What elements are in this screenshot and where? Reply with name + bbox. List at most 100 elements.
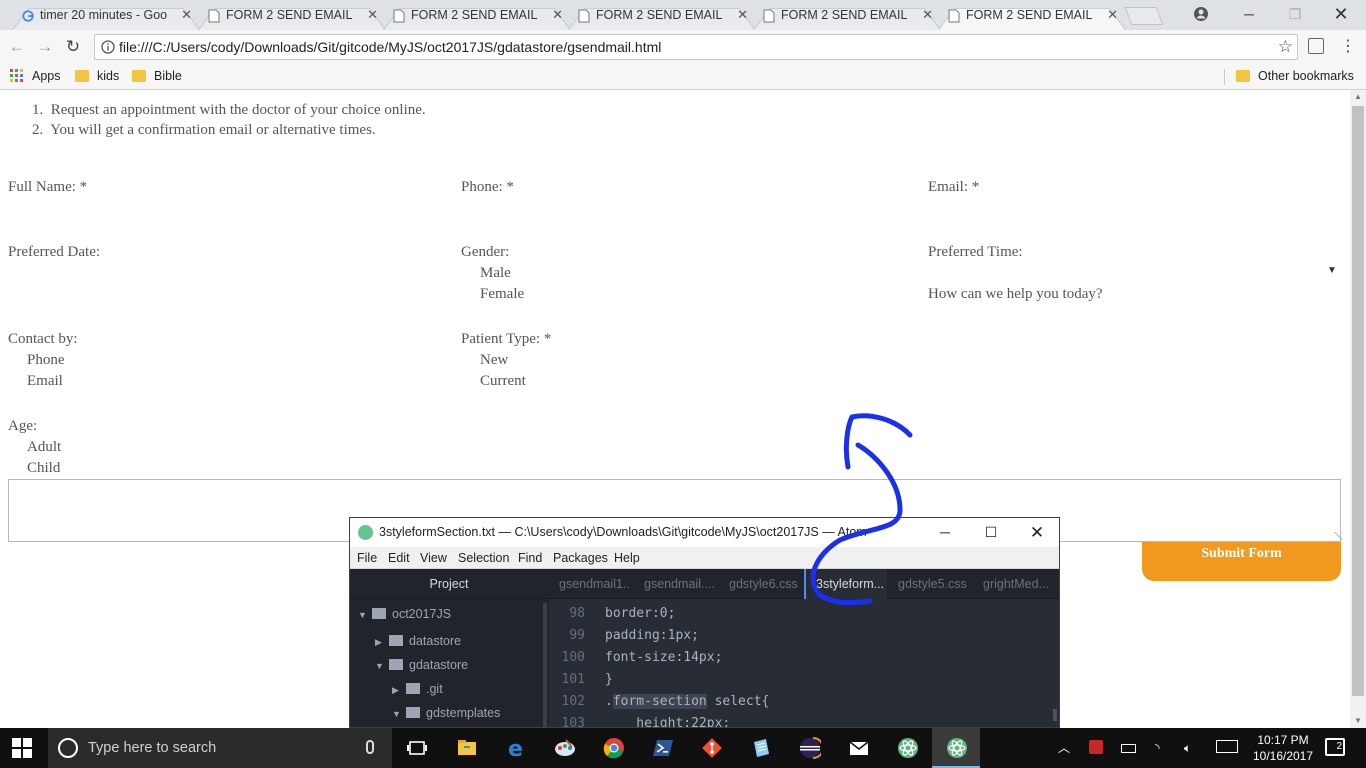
tab-title: timer 20 minutes - Goo xyxy=(40,8,168,22)
code-editor[interactable]: 98 border:0; 99 padding:1px; 100 font-si… xyxy=(549,599,1059,727)
menu-find[interactable]: Find xyxy=(518,547,542,569)
submit-form-button[interactable]: Submit Form xyxy=(1142,542,1341,581)
profile-icon[interactable] xyxy=(1193,6,1209,22)
browser-toolbar: ← → ↻ file:///C:/Users/cody/Downloads/Gi… xyxy=(0,30,1366,64)
close-icon[interactable]: ✕ xyxy=(1107,2,1118,28)
editor-tab[interactable]: gsendmail.... xyxy=(634,569,718,599)
bookmark-bible[interactable]: Bible xyxy=(132,64,182,89)
patient-option-new[interactable]: New xyxy=(480,350,508,370)
menu-selection[interactable]: Selection xyxy=(458,547,509,569)
system-clock[interactable]: 10:17 PM 10/16/2017 xyxy=(1248,732,1318,764)
folder-icon xyxy=(1236,69,1250,82)
security-shield-icon[interactable] xyxy=(1089,740,1103,754)
browser-tab[interactable]: FORM 2 SEND EMAIL ✕ xyxy=(568,2,756,30)
folder-icon xyxy=(406,707,420,718)
task-view-button[interactable] xyxy=(392,728,440,768)
microphone-icon[interactable] xyxy=(366,740,374,754)
full-name-label: Full Name: * xyxy=(8,179,88,195)
scroll-down-icon[interactable]: ▼ xyxy=(1350,714,1366,728)
resize-grip-icon[interactable] xyxy=(1327,532,1343,540)
taskbar-file-explorer[interactable] xyxy=(442,728,490,768)
editor-tab[interactable]: grightMed... xyxy=(973,569,1059,599)
reload-icon[interactable]: ↻ xyxy=(62,36,84,58)
bookmark-star-icon[interactable]: ☆ xyxy=(1278,38,1293,56)
editor-tab[interactable]: gsendmail1.. xyxy=(549,569,633,599)
close-icon[interactable]: ✕ xyxy=(737,2,748,28)
new-tab-button[interactable] xyxy=(1124,7,1164,25)
atom-maximize-button[interactable]: ☐ xyxy=(968,518,1014,547)
menu-packages[interactable]: Packages xyxy=(553,547,608,569)
taskbar-atom-active[interactable] xyxy=(932,728,980,768)
powershell-icon xyxy=(653,740,673,756)
tree-folder-gdstemplates[interactable]: ▼ gdstemplates xyxy=(392,701,500,725)
minimize-button[interactable]: ─ xyxy=(1226,0,1272,30)
taskbar-notepad[interactable] xyxy=(736,728,784,768)
scroll-up-icon[interactable]: ▲ xyxy=(1350,90,1366,104)
forward-icon[interactable]: → xyxy=(34,36,56,58)
close-window-button[interactable]: ✕ xyxy=(1318,0,1364,30)
browser-tab[interactable]: timer 20 minutes - Goo ✕ xyxy=(12,2,200,30)
close-icon[interactable]: ✕ xyxy=(367,2,378,28)
volume-icon[interactable]: 🔈︎ xyxy=(1184,740,1191,756)
browser-tab[interactable]: FORM 2 SEND EMAIL ✕ xyxy=(198,2,386,30)
svg-text:e: e xyxy=(508,737,523,759)
taskbar-powershell[interactable] xyxy=(638,728,686,768)
back-icon[interactable]: ← xyxy=(6,36,28,58)
wifi-icon[interactable]: ◝ xyxy=(1155,740,1160,756)
taskbar-chrome[interactable] xyxy=(589,728,637,768)
taskbar-paint[interactable] xyxy=(540,728,588,768)
show-hidden-icons[interactable]: ︿ xyxy=(1058,740,1070,756)
action-center-icon[interactable]: 2 xyxy=(1325,738,1345,756)
menu-view[interactable]: View xyxy=(420,547,447,569)
atom-minimize-button[interactable]: ─ xyxy=(922,518,968,547)
page-scrollbar[interactable]: ▲ ▼ xyxy=(1350,90,1366,728)
menu-file[interactable]: File xyxy=(357,547,377,569)
scroll-thumb[interactable] xyxy=(1352,106,1364,696)
contact-option-phone[interactable]: Phone xyxy=(27,350,65,370)
gender-option-female[interactable]: Female xyxy=(480,284,524,304)
tree-folder-datastore[interactable]: ▶ datastore xyxy=(375,629,461,653)
editor-tab[interactable]: gdstyle5.css xyxy=(888,569,972,599)
bookmark-other[interactable]: Other bookmarks xyxy=(1236,64,1354,89)
tree-folder-oct2017js[interactable]: ▼ oct2017JS xyxy=(358,602,451,626)
preferred-time-dropdown-icon[interactable]: ▼ xyxy=(1327,265,1337,276)
browser-tab-active[interactable]: FORM 2 SEND EMAIL ✕ xyxy=(938,2,1126,30)
battery-icon[interactable] xyxy=(1121,744,1136,753)
patient-option-current[interactable]: Current xyxy=(480,371,526,391)
restore-button[interactable]: ❐ xyxy=(1272,0,1318,30)
close-icon[interactable]: ✕ xyxy=(181,2,192,28)
tree-folder-gdatastore[interactable]: ▼ gdatastore xyxy=(375,653,468,677)
close-icon[interactable]: ✕ xyxy=(552,2,563,28)
taskbar-mail[interactable] xyxy=(834,728,882,768)
editor-tab[interactable]: gdstyle6.css xyxy=(719,569,803,599)
windows-start-icon[interactable] xyxy=(12,738,32,758)
atom-close-button[interactable]: ✕ xyxy=(1014,518,1059,547)
info-icon[interactable] xyxy=(101,40,115,54)
taskbar-edge[interactable]: e xyxy=(491,728,539,768)
taskbar-search[interactable]: Type here to search xyxy=(48,728,392,768)
taskbar-eclipse[interactable] xyxy=(785,728,833,768)
tree-folder-git[interactable]: ▶ .git xyxy=(392,677,443,701)
taskbar-atom[interactable] xyxy=(883,728,931,768)
tree-scrollbar[interactable] xyxy=(543,603,547,727)
editor-scrollbar[interactable] xyxy=(1053,709,1057,721)
browser-tab[interactable]: FORM 2 SEND EMAIL ✕ xyxy=(753,2,941,30)
editor-tab-active[interactable]: 3styleform... xyxy=(804,569,887,599)
contact-option-email[interactable]: Email xyxy=(27,371,63,391)
age-option-adult[interactable]: Adult xyxy=(27,437,61,457)
menu-help[interactable]: Help xyxy=(614,547,640,569)
taskbar-git[interactable] xyxy=(687,728,735,768)
bookmark-kids[interactable]: kids xyxy=(75,64,119,89)
age-option-child[interactable]: Child xyxy=(27,458,60,478)
keyboard-icon[interactable] xyxy=(1216,740,1238,753)
browser-tab[interactable]: FORM 2 SEND EMAIL ✕ xyxy=(383,2,571,30)
gender-option-male[interactable]: Male xyxy=(480,263,511,283)
close-icon[interactable]: ✕ xyxy=(922,2,933,28)
bookmark-apps[interactable]: Apps xyxy=(10,64,61,89)
chrome-menu-icon[interactable]: ⋮ xyxy=(1340,38,1356,56)
menu-edit[interactable]: Edit xyxy=(388,547,410,569)
tab-title: FORM 2 SEND EMAIL xyxy=(966,8,1093,22)
address-bar[interactable]: file:///C:/Users/cody/Downloads/Git/gitc… xyxy=(94,34,1298,60)
browser-tab-strip: timer 20 minutes - Goo ✕ FORM 2 SEND EMA… xyxy=(0,0,1366,30)
extension-icon[interactable] xyxy=(1308,38,1324,54)
